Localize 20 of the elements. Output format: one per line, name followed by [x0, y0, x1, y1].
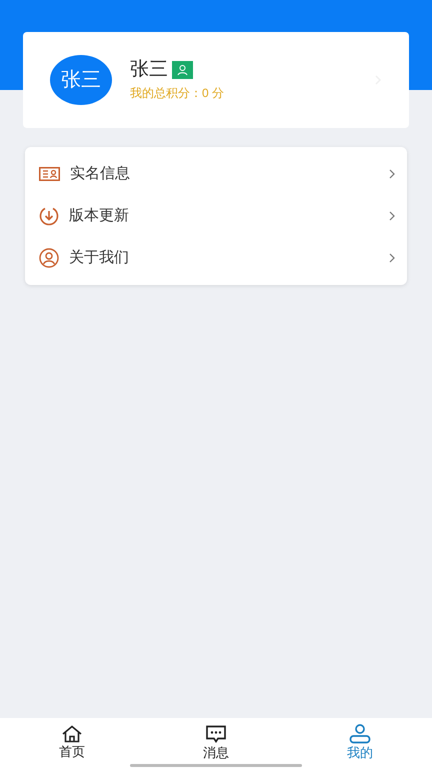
download-circle-icon	[39, 206, 59, 226]
tab[interactable]: 首页	[0, 718, 144, 764]
chevron-right-icon	[389, 169, 395, 179]
chat-bubble-icon	[205, 724, 227, 744]
chevron-right-icon	[389, 253, 395, 263]
menu-item[interactable]: 版本更新	[25, 195, 407, 237]
id-card-icon	[39, 167, 60, 181]
tab[interactable]: 我的	[288, 718, 432, 764]
verified-badge-icon	[172, 61, 193, 79]
user-circle-icon	[39, 248, 59, 268]
menu-item[interactable]: 关于我们	[25, 237, 407, 279]
profile-card[interactable]: 张三 张三 我的总积分：0 分	[23, 32, 409, 128]
user-icon	[349, 724, 371, 744]
chevron-right-icon	[389, 211, 395, 221]
home-icon	[61, 725, 83, 743]
user-name: 张三	[130, 58, 168, 82]
avatar: 张三	[50, 55, 112, 105]
points-text: 我的总积分：0 分	[130, 85, 224, 102]
tab[interactable]: 消息	[144, 718, 288, 764]
menu-item[interactable]: 实名信息	[25, 153, 407, 195]
